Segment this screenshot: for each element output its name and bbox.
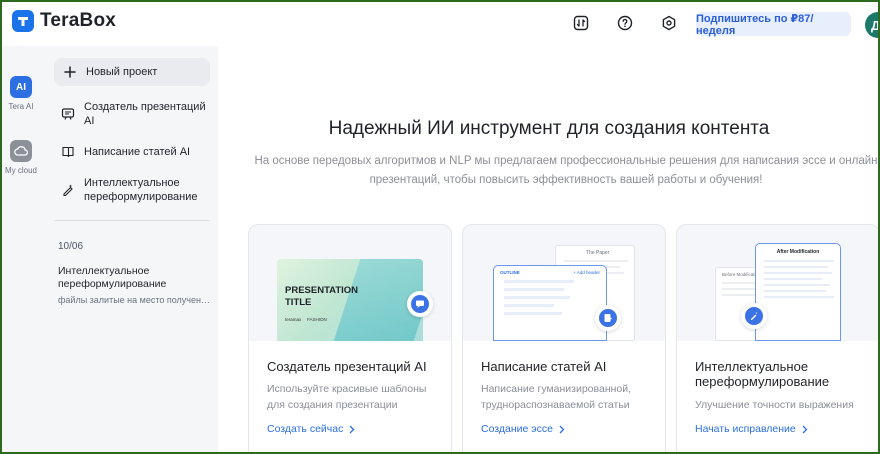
history-item-subtitle[interactable]: файлы залитые на место полученные bbox=[58, 295, 210, 305]
outline-label: OUTLINE bbox=[500, 270, 520, 275]
slide-brand: teramax bbox=[285, 317, 302, 322]
chevron-right-icon bbox=[802, 425, 808, 433]
ai-icon: AI bbox=[10, 76, 32, 98]
add-header-label: + Add header bbox=[573, 270, 600, 275]
main-content: Надежный ИИ инструмент для создания конт… bbox=[218, 46, 880, 454]
card-article[interactable]: The Paper OUTLINE + Add header Написание… bbox=[462, 224, 666, 454]
sidebar-item-label: Интеллектуальное переформулирование bbox=[84, 177, 198, 203]
rail-item-tera-ai[interactable]: AI Tera AI bbox=[0, 76, 42, 111]
card-link-label: Начать исправление bbox=[695, 423, 796, 435]
sidebar-item-rewrite[interactable]: Интеллектуальное переформулирование bbox=[54, 176, 210, 204]
outline-panel: OUTLINE + Add header bbox=[493, 265, 607, 341]
new-project-label: Новый проект bbox=[86, 66, 158, 78]
new-project-button[interactable]: Новый проект bbox=[54, 58, 210, 86]
card-desc: Используйте красивые шаблоны для создани… bbox=[267, 383, 427, 411]
chevron-right-icon bbox=[349, 425, 355, 433]
plus-icon bbox=[62, 64, 78, 80]
card-presentation[interactable]: PRESENTATION TITLE teramax FASHION Созда… bbox=[248, 224, 452, 454]
after-label: After Modification bbox=[776, 249, 820, 255]
card-title: Интеллектуальное переформулирование bbox=[695, 359, 830, 389]
presentation-badge bbox=[407, 291, 433, 317]
help-icon[interactable] bbox=[615, 13, 635, 33]
page-subtitle: На основе передовых алгоритмов и NLP мы … bbox=[254, 155, 878, 186]
magic-pen-icon bbox=[745, 307, 763, 325]
slide-title: PRESENTATION TITLE bbox=[285, 285, 359, 308]
terabox-logo-icon bbox=[12, 10, 34, 32]
sidebar-item-article[interactable]: Написание статей AI bbox=[54, 144, 210, 160]
create-essay-link[interactable]: Создание эссе bbox=[481, 423, 565, 435]
paper-title: The Paper bbox=[586, 250, 610, 256]
rewrite-icon bbox=[60, 182, 76, 198]
presentation-preview: PRESENTATION TITLE teramax FASHION bbox=[249, 225, 451, 341]
sidebar-divider bbox=[54, 220, 210, 221]
slide-tag: FASHION bbox=[307, 317, 327, 322]
subscribe-button[interactable]: Подпишитесь по ₽87/неделя bbox=[696, 12, 851, 37]
page-title: Надежный ИИ инструмент для создания конт… bbox=[328, 118, 770, 139]
chevron-right-icon bbox=[559, 425, 565, 433]
article-preview: The Paper OUTLINE + Add header bbox=[463, 225, 665, 341]
after-sheet: After Modification bbox=[755, 243, 841, 341]
sidebar-item-label: Создатель презентаций AI bbox=[84, 101, 206, 127]
rail-label-my-cloud: My cloud bbox=[4, 166, 37, 175]
rewrite-badge bbox=[741, 303, 767, 329]
article-badge bbox=[595, 305, 621, 331]
card-title: Написание статей AI bbox=[481, 359, 607, 374]
presentation-icon bbox=[60, 106, 76, 122]
settings-icon[interactable] bbox=[659, 13, 679, 33]
slide-thumbnail: PRESENTATION TITLE teramax FASHION bbox=[277, 259, 423, 341]
start-correction-link[interactable]: Начать исправление bbox=[695, 423, 808, 435]
rail-label-tera-ai: Tera AI bbox=[8, 102, 34, 111]
app-name: TeraBox bbox=[40, 10, 117, 31]
avatar[interactable]: Д bbox=[865, 12, 880, 38]
history-date: 10/06 bbox=[58, 241, 84, 252]
top-header: TeraBox Подпишитесь по ₽87/неделя Д bbox=[0, 0, 880, 46]
terabox-logo[interactable]: TeraBox bbox=[12, 10, 116, 32]
card-rewrite[interactable]: Before Modification After Modification И… bbox=[676, 224, 880, 454]
transfer-icon[interactable] bbox=[571, 13, 591, 33]
sidebar: Новый проект Создатель презентаций AI На… bbox=[42, 46, 218, 454]
card-desc: Написание гуманизированной, труднораспоз… bbox=[481, 383, 632, 411]
card-title: Создатель презентаций AI bbox=[267, 359, 427, 374]
rail-item-my-cloud[interactable]: My cloud bbox=[0, 140, 42, 175]
card-link-label: Создать сейчас bbox=[267, 423, 344, 435]
rewrite-preview: Before Modification After Modification bbox=[677, 225, 879, 341]
sidebar-item-presentation[interactable]: Создатель презентаций AI bbox=[54, 100, 210, 128]
left-rail: AI Tera AI My cloud bbox=[0, 46, 42, 454]
card-desc: Улучшение точности выражения bbox=[695, 399, 854, 411]
history-item-title[interactable]: Интеллектуальное переформулирование bbox=[58, 265, 208, 291]
article-icon bbox=[60, 144, 76, 160]
doc-edit-icon bbox=[599, 309, 617, 327]
cloud-icon bbox=[10, 140, 32, 162]
create-now-link[interactable]: Создать сейчас bbox=[267, 423, 355, 435]
sidebar-item-label: Написание статей AI bbox=[84, 146, 191, 158]
chat-icon bbox=[411, 295, 429, 313]
card-link-label: Создание эссе bbox=[481, 423, 553, 435]
